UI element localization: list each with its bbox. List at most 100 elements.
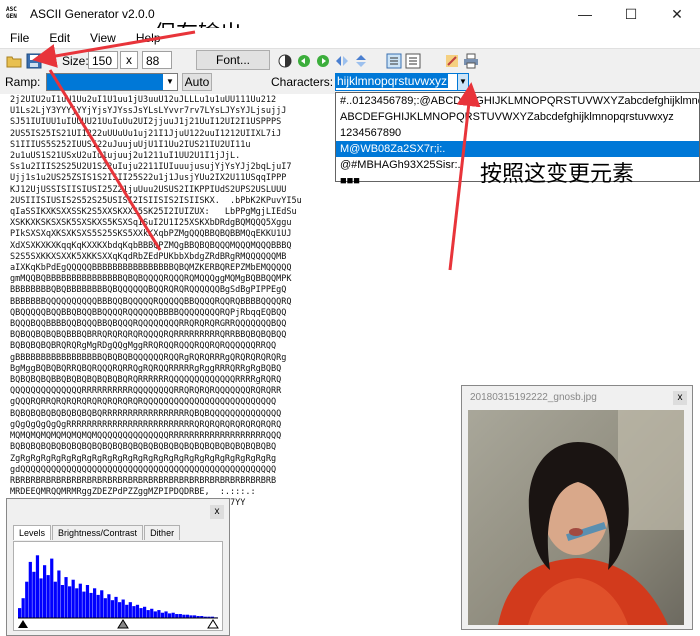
ascii-line: S2S5SXKKXSXXK5XKKSXXqKqdRbZEdPUKbbXbdgZR… [10, 251, 287, 262]
auto-button[interactable]: Auto [182, 73, 212, 91]
flip-vertical-icon[interactable] [353, 53, 369, 69]
histogram-bar [21, 598, 25, 618]
dropdown-option[interactable]: M@WB08Za2SX7r;i:. [336, 141, 699, 157]
maximize-button[interactable]: ☐ [608, 0, 654, 28]
histogram-bar [82, 591, 86, 618]
close-button[interactable]: ✕ [654, 0, 700, 28]
histogram-bar [75, 588, 79, 618]
ascii-line: qIaSSIKXKSXXSSK2S5XXSKXXS5SK25I2IUIZUX: … [10, 207, 297, 218]
histogram-bar [35, 555, 40, 618]
histogram-bar [175, 614, 179, 618]
histogram-bar [50, 558, 54, 618]
save-icon[interactable] [26, 53, 42, 69]
histogram-bar [96, 594, 100, 618]
ascii-line: BBBBBBBQQQQQQQQQQBBBQQBQQQQQRQQQQQBBQQQQ… [10, 296, 292, 307]
histogram-bar [85, 585, 90, 618]
histogram-bar [39, 578, 43, 618]
ascii-line: QBQQQQQBQQBBQBQQBBQQQQRQQQQQQBBBBQQQQQQQ… [10, 307, 287, 318]
menu-file[interactable]: File [0, 31, 39, 45]
size-label: Size: [62, 54, 89, 68]
chevron-down-icon[interactable]: ▼ [163, 74, 177, 90]
levels-histogram[interactable] [14, 542, 222, 630]
characters-dropdown-icon[interactable]: ▼ [457, 73, 469, 91]
white-point-handle[interactable] [207, 619, 219, 629]
histogram-bar [150, 608, 154, 618]
histogram-bar [146, 610, 150, 618]
ramp-select[interactable]: ▼ [46, 73, 178, 91]
histogram-bar [93, 588, 97, 618]
histogram-bar [135, 604, 140, 618]
menu-edit[interactable]: Edit [39, 31, 80, 45]
options-row: Ramp: ▼ Auto Characters: hijklmnopqrstuv… [0, 72, 700, 94]
histogram-bar [64, 577, 68, 618]
histogram-bar [118, 602, 122, 618]
histogram-bar [164, 611, 168, 618]
image-preview-window: 20180315192222_gnosb.jpg x [461, 385, 693, 630]
image-view-icon[interactable] [405, 53, 421, 69]
histogram-bar [57, 570, 61, 618]
ascii-line: BQBQBQBQBRQRQRgMgRDgQQgMggRRQRQQRQQQRQQR… [10, 341, 277, 352]
ascii-line: gBBBBBBBBBBBBBBBBBQBQBQBQQQQQQRQQRgRQRQR… [10, 352, 287, 363]
menu-view[interactable]: View [80, 31, 126, 45]
histogram-bar [157, 610, 161, 618]
histogram-bar [125, 604, 129, 618]
rotate-right-icon[interactable] [315, 53, 331, 69]
dropdown-option[interactable]: #..0123456789;:@ABCDEFGHIJKLMNOPQRSTUVWX… [336, 93, 699, 109]
lock-ratio-button[interactable]: x [120, 51, 138, 69]
midtone-handle[interactable] [117, 619, 129, 629]
levels-tab-body [13, 541, 223, 631]
minimize-button[interactable]: — [562, 0, 608, 28]
histogram-bar [171, 612, 175, 618]
rotate-left-icon[interactable] [296, 53, 312, 69]
edit-icon[interactable] [444, 53, 460, 69]
characters-value: hijklmnopqrstuvwxyz [336, 74, 449, 88]
histogram-bar [168, 613, 172, 618]
histogram-bar [139, 608, 143, 618]
tab-brightness-contrast[interactable]: Brightness/Contrast [52, 525, 144, 540]
histogram-bar [153, 611, 157, 618]
font-button[interactable]: Font... [196, 50, 270, 70]
histogram-bar [110, 600, 115, 618]
histogram-bar [114, 596, 118, 618]
characters-input[interactable]: hijklmnopqrstuvwxyz [335, 73, 468, 91]
image-close-button[interactable]: x [673, 391, 687, 405]
ascii-line: BQBQQBQBQBQBBBQBRRQRQRQRQRQQQQRQRRRRRRRR… [10, 330, 287, 341]
black-point-handle[interactable] [18, 620, 28, 628]
histogram-bar [71, 579, 75, 618]
contrast-icon[interactable] [277, 53, 293, 69]
image-filename: 20180315192222_gnosb.jpg [470, 392, 597, 403]
flip-horizontal-icon[interactable] [334, 53, 350, 69]
width-field[interactable]: 150 [88, 51, 118, 69]
ascii-line: aIXKqKbPdEgQQQQQBBBBBBBBBBBBBBBBQBQMZKER… [10, 263, 292, 274]
ascii-line: BBBBBBBBQBQBBBBBBBBQBQQQQQQBQQRQRQRQQQQQ… [10, 285, 287, 296]
ramp-label: Ramp: [5, 75, 41, 89]
histogram-bar [100, 590, 104, 618]
ascii-line: gmMQQBQBBBBBBBBBBBBBBBQBQBQQQQRQQQRQMQQQ… [10, 274, 292, 285]
levels-panel: x Levels Brightness/Contrast Dither [6, 498, 230, 636]
ascii-line: BgMggBQBQBQRRQBQRQQQRQRRQgRQRQQRRRRRgRgg… [10, 363, 282, 374]
histogram-bar [89, 592, 93, 618]
histogram-bar [28, 561, 32, 618]
open-folder-icon[interactable] [6, 53, 22, 69]
text-view-icon[interactable] [386, 53, 402, 69]
histogram-bar [128, 602, 132, 618]
histogram-bar [121, 599, 125, 618]
dropdown-option[interactable]: ABCDEFGHIJKLMNOPQRSTUVWXYZabcdefghijklmn… [336, 109, 699, 125]
print-icon[interactable] [463, 53, 479, 69]
annotation-change-elements: 按照这变更元素 [480, 162, 635, 187]
menu-bar: File Edit View Help [0, 28, 700, 48]
ascii-line: 2USIIISIUSIS2S52S25USISI2ISIISIS2ISIISKX… [10, 195, 302, 206]
histogram-bar [43, 565, 47, 618]
histogram-bar [68, 586, 72, 618]
tab-levels[interactable]: Levels [13, 525, 52, 540]
ascii-line: BQQQBQQBBBBQQBQQQBBQBQQQRQQQQQQQQRRQRQRQ… [10, 319, 287, 330]
toolbar: Size: 150 x 88 Font... [0, 48, 700, 73]
tab-dither[interactable]: Dither [144, 525, 181, 540]
dropdown-option[interactable]: 1234567890 [336, 125, 699, 141]
menu-help[interactable]: Help [126, 31, 171, 45]
histogram-bar [53, 581, 57, 618]
histogram-bar [78, 583, 82, 618]
height-field[interactable]: 88 [142, 51, 172, 69]
levels-close-button[interactable]: x [210, 505, 224, 519]
histogram-bar [25, 581, 29, 618]
